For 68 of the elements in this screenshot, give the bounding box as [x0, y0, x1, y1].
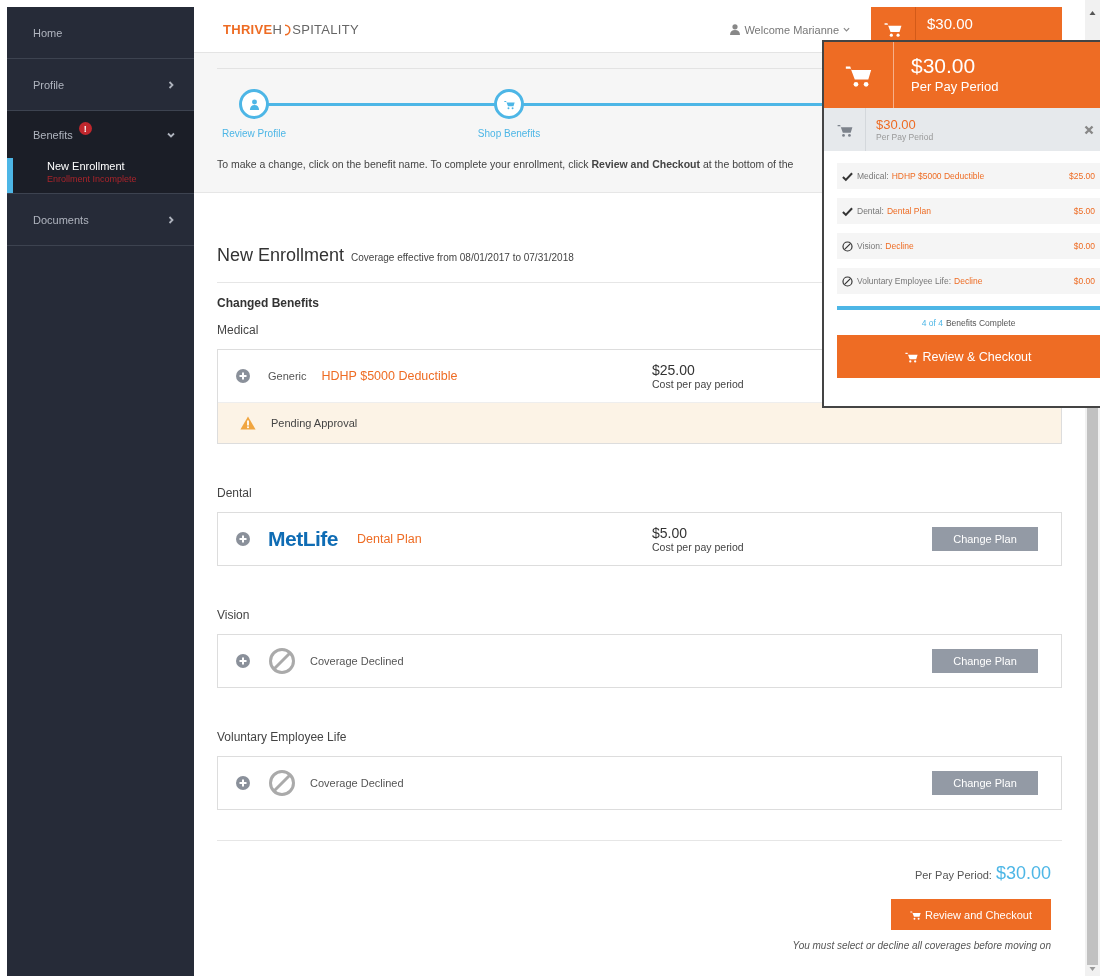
carrier-name: Generic: [268, 370, 307, 382]
cart-icon: [905, 350, 919, 363]
benefit-title: Voluntary Employee Life: [217, 730, 347, 744]
expand-icon[interactable]: [236, 654, 250, 668]
cart-icon: [836, 122, 853, 137]
instruction-text: To make a change, click on the benefit name. To complete your enrollment, click Review and Checkout at the bottom of the: [217, 158, 795, 170]
sidebar-item[interactable]: Home: [7, 7, 194, 59]
carrier-logo: MetLife: [268, 527, 338, 551]
ban-icon: [268, 769, 296, 797]
cart-total: $30.00: [911, 54, 977, 78]
plan-link[interactable]: Dental Plan: [357, 532, 422, 546]
cart-icon: [910, 909, 921, 920]
cart-item: Voluntary Employee Life: Decline $0.00: [837, 268, 1100, 294]
alert-badge: !: [78, 122, 92, 135]
brand-logo: THRIVEH SPITALITY: [223, 22, 359, 37]
ban-icon: [842, 240, 853, 252]
cart-item: Dental: Dental Plan $5.00: [837, 198, 1100, 224]
page-title: New Enrollment: [217, 245, 345, 266]
step[interactable]: Review Profile: [217, 89, 291, 139]
declined-status: Coverage Declined: [310, 655, 404, 667]
checkout-button[interactable]: Review & Checkout: [837, 335, 1100, 378]
expand-icon[interactable]: [236, 532, 250, 546]
change-plan-button[interactable]: Change Plan: [932, 527, 1038, 551]
ban-icon: [268, 647, 296, 675]
coverage-dates: Coverage effective from 08/01/2017 to 07/31/2018: [351, 252, 574, 263]
note-text: You must select or decline all coverages before moving on: [792, 940, 1051, 951]
benefit-title: Medical: [217, 323, 259, 337]
cart-icon: [884, 21, 902, 37]
sidebar-item[interactable]: Documents: [7, 194, 194, 246]
total-label: Per Pay Period:: [914, 869, 992, 881]
alert-text: Pending Approval: [271, 417, 358, 429]
cart-icon: [503, 98, 515, 110]
change-plan-button[interactable]: Change Plan: [932, 649, 1038, 673]
plan-link[interactable]: HDHP $5000 Deductible: [321, 369, 458, 383]
cost-label: Cost per pay period: [652, 541, 745, 553]
warning-icon: [240, 416, 256, 430]
caret-icon: [843, 27, 850, 32]
sidebar-item[interactable]: Benefits !: [7, 111, 194, 158]
check-icon: [842, 170, 853, 182]
user-icon: [730, 24, 741, 35]
declined-status: Coverage Declined: [310, 777, 404, 789]
cart-item: Medical: HDHP $5000 Deductible $25.00: [837, 163, 1100, 189]
user-icon: [248, 98, 260, 110]
check-icon: [842, 205, 853, 217]
section-heading: Changed Benefits: [217, 296, 320, 310]
step[interactable]: Shop Benefits: [472, 89, 546, 139]
plan-cost: $25.00: [652, 362, 696, 378]
cart-caption: Per Pay Period: [911, 78, 999, 95]
plan-cost: $5.00: [652, 525, 689, 541]
expand-icon[interactable]: [236, 369, 250, 383]
change-plan-button[interactable]: Change Plan: [932, 771, 1038, 795]
cart-icon: [845, 63, 872, 87]
ban-icon: [842, 275, 853, 287]
cart-caption: Per Pay Period: [876, 132, 935, 142]
chevron-right-icon: [166, 79, 176, 90]
progress-label: Benefits Complete: [945, 318, 1016, 328]
cost-label: Cost per pay period: [652, 378, 745, 390]
benefit-title: Dental: [217, 486, 252, 500]
progress-count: 4 of 4: [921, 318, 943, 328]
total-amount: $30.00: [995, 863, 1051, 884]
chevron-right-icon: [166, 214, 176, 225]
cart-item: Vision: Decline $0.00: [837, 233, 1100, 259]
checkout-button[interactable]: Review and Checkout: [891, 899, 1051, 930]
benefit-title: Vision: [217, 608, 250, 622]
cart-total: $30.00: [876, 117, 917, 132]
close-icon[interactable]: [1084, 124, 1094, 135]
expand-icon[interactable]: [236, 776, 250, 790]
user-menu[interactable]: Welcome Marianne: [730, 23, 850, 36]
